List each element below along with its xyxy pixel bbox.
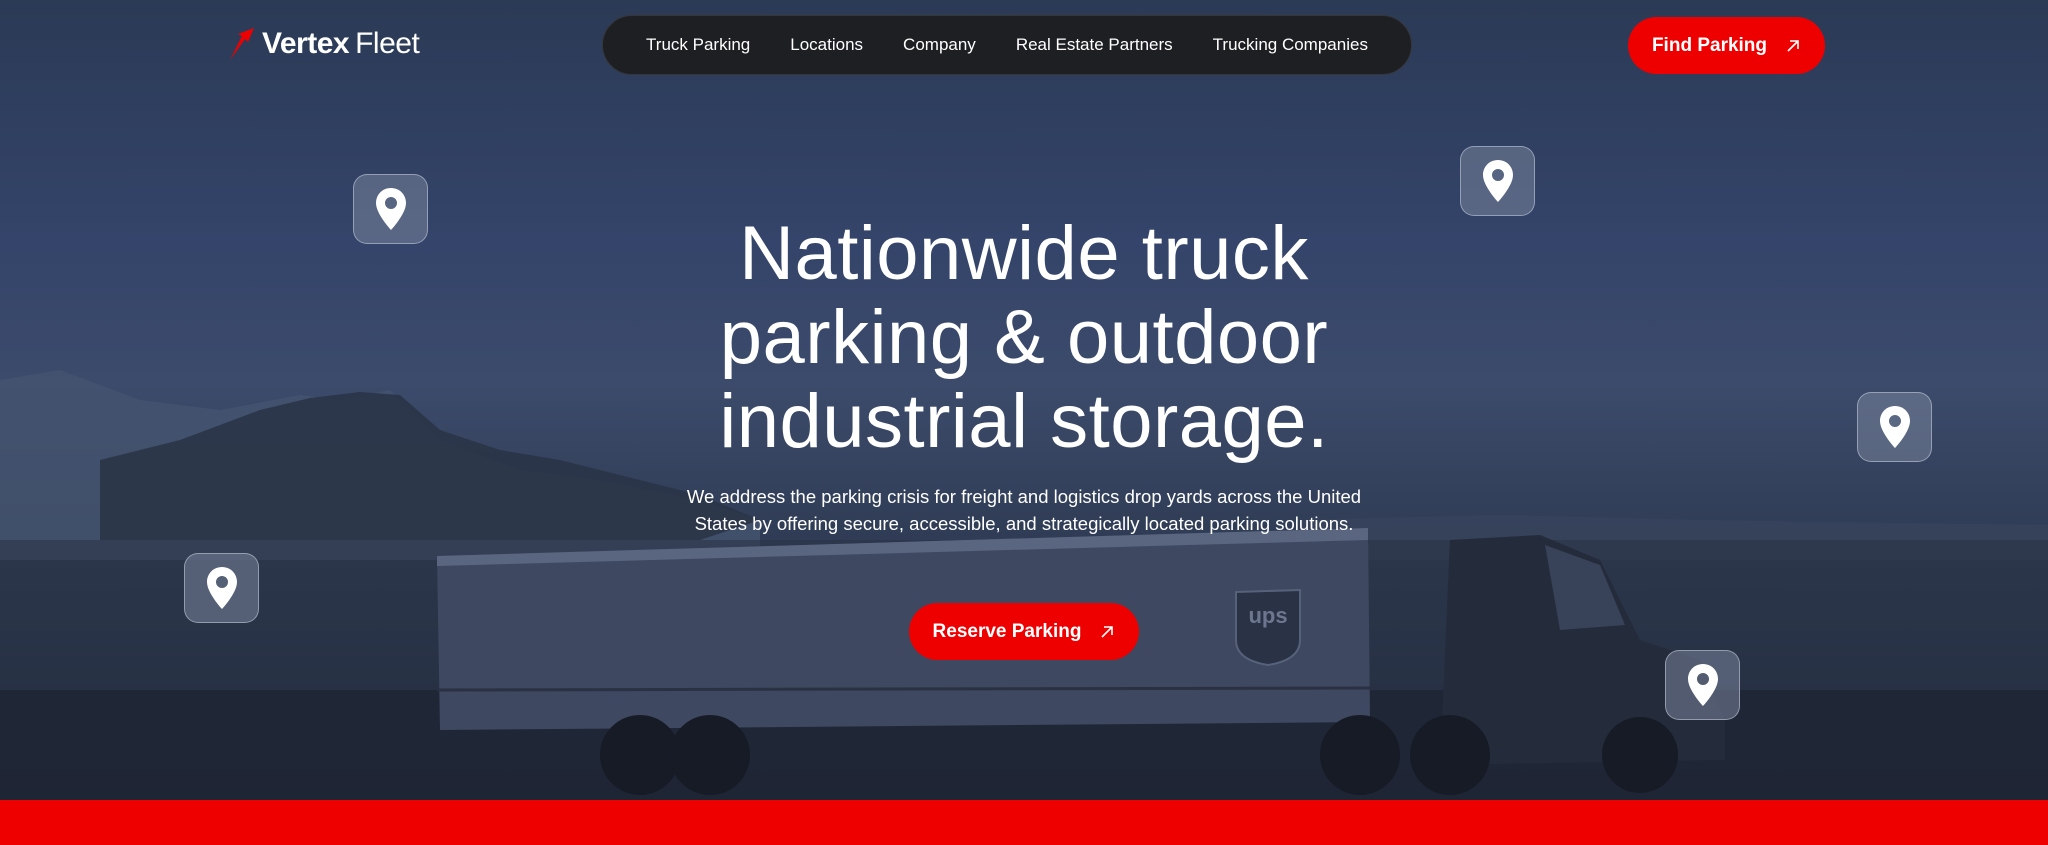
brand-logo[interactable]: Vertex Fleet: [228, 26, 420, 62]
headline-line: parking & outdoor: [719, 295, 1329, 380]
brand-name-light: Fleet: [355, 27, 420, 60]
headline-line: industrial storage.: [719, 379, 1329, 464]
location-pin-badge: [1857, 392, 1932, 462]
map-pin-icon: [1687, 664, 1718, 706]
nav-item-company[interactable]: Company: [903, 35, 976, 55]
location-pin-badge: [353, 174, 428, 244]
reserve-parking-button[interactable]: Reserve Parking: [909, 603, 1139, 660]
map-pin-icon: [1482, 160, 1513, 202]
headline-line: Nationwide truck: [739, 211, 1309, 296]
nav-item-real-estate-partners[interactable]: Real Estate Partners: [1016, 35, 1173, 55]
logo-swoosh-icon: [230, 28, 254, 60]
arrow-up-right-icon: [1101, 625, 1114, 638]
map-pin-icon: [375, 188, 406, 230]
nav-item-truck-parking[interactable]: Truck Parking: [646, 35, 750, 55]
location-pin-badge: [1460, 146, 1535, 216]
hero-headline: Nationwide truck parking & outdoor indus…: [624, 212, 1424, 464]
nav-item-locations[interactable]: Locations: [790, 35, 863, 55]
map-pin-icon: [1879, 406, 1910, 448]
hero-section: ups Vertex Fleet Truck Parking Locations …: [0, 0, 2048, 800]
arrow-up-right-icon: [1787, 39, 1799, 52]
find-parking-button[interactable]: Find Parking: [1628, 17, 1825, 74]
brand-name-bold: Vertex: [262, 27, 350, 60]
location-pin-badge: [184, 553, 259, 623]
accent-band: [0, 800, 2048, 845]
main-nav: Truck Parking Locations Company Real Est…: [602, 15, 1412, 75]
hero-subtext: We address the parking crisis for freigh…: [686, 486, 1362, 534]
location-pin-badge: [1665, 650, 1740, 720]
reserve-parking-label: Reserve Parking: [932, 620, 1082, 642]
nav-item-trucking-companies[interactable]: Trucking Companies: [1213, 35, 1368, 55]
find-parking-label: Find Parking: [1651, 34, 1768, 56]
brand-name: Vertex Fleet: [262, 27, 420, 61]
svg-text:ups: ups: [1248, 603, 1287, 628]
map-pin-icon: [206, 567, 237, 609]
